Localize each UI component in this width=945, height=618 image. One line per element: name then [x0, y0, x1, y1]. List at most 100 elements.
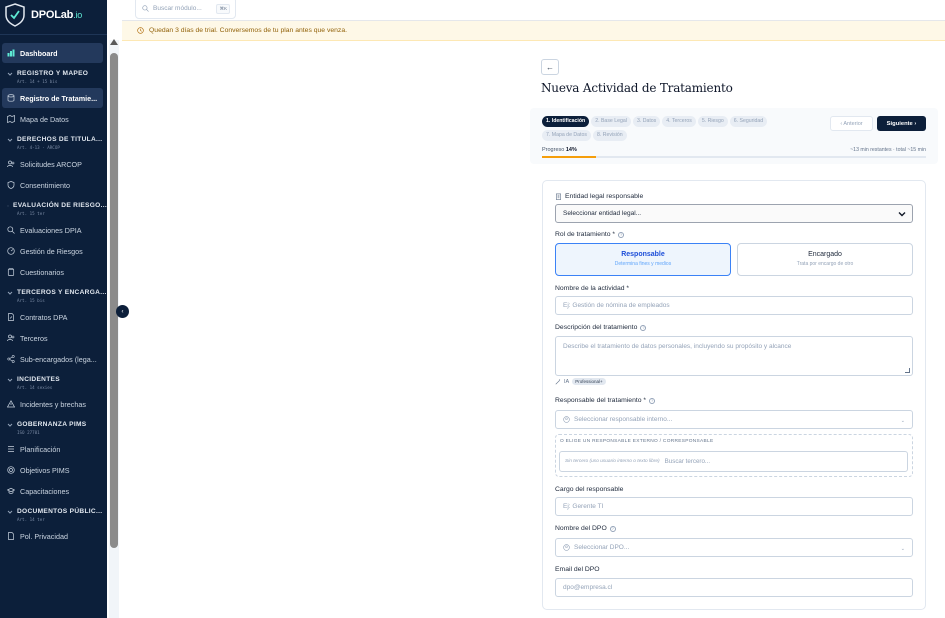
owner-select[interactable]: Seleccionar responsable interno... ⌄: [555, 410, 913, 429]
sidebar-section-derechos[interactable]: DERECHOS DE TITULA... Art. 4-13 · ARCOP: [0, 130, 107, 154]
description-textarea[interactable]: Describe el tratamiento de datos persona…: [555, 336, 913, 376]
dpo-email-input[interactable]: dpo@empresa.cl: [555, 578, 913, 597]
sidebar-item-label: Mapa de Datos: [20, 114, 69, 124]
sidebar-section-evaluacion[interactable]: EVALUACIÓN DE RIESGO... Art. 15 ter: [0, 196, 107, 220]
sidebar-item-mapa-datos[interactable]: Mapa de Datos: [2, 109, 103, 129]
sidebar-item-label: Evaluaciones DPIA: [20, 225, 82, 235]
resize-handle-icon[interactable]: [905, 368, 910, 373]
section-subtitle: Art. 14 sexies: [17, 385, 53, 390]
sidebar-item-capacitaciones[interactable]: Capacitaciones: [2, 481, 103, 501]
section-title: INCIDENTES: [17, 376, 60, 383]
step-revision[interactable]: 8. Revisión: [592, 130, 627, 141]
sidebar-item-evaluaciones-dpia[interactable]: Evaluaciones DPIA: [2, 220, 103, 240]
clock-icon: [137, 27, 144, 34]
sidebar-item-gestion-riesgos[interactable]: Gestión de Riesgos: [2, 241, 103, 261]
wizard-steps: 1. Identificación 2. Base Legal 3. Datos…: [542, 116, 812, 141]
step-datos[interactable]: 3. Datos: [632, 116, 661, 127]
file-icon: [8, 532, 14, 540]
back-button[interactable]: ←: [541, 59, 559, 75]
sidebar-item-label: Cuestionarios: [20, 267, 64, 277]
info-icon[interactable]: ?: [618, 231, 625, 238]
chevron-down-icon: [7, 423, 13, 427]
sidebar-item-registro-tratamiento[interactable]: Registro de Tratamie...: [2, 88, 103, 108]
chevron-down-icon: [7, 138, 13, 142]
sidebar-item-pol-privacidad[interactable]: Pol. Privacidad: [2, 526, 103, 546]
dashboard-icon: [7, 49, 15, 57]
legal-entity-label: Entidad legal responsable: [555, 193, 643, 200]
chevron-down-icon: [7, 72, 13, 76]
activity-name-input[interactable]: Ej: Gestión de nómina de empleados: [555, 296, 913, 315]
graduation-cap-icon: [7, 487, 15, 494]
sidebar-nav: Dashboard REGISTRO Y MAPEO Art. 14 + 15 …: [0, 43, 107, 547]
chevron-left-icon: ‹: [121, 308, 124, 315]
sidebar-item-label: Objetivos PIMS: [20, 465, 70, 475]
sidebar-section-gobernanza[interactable]: GOBERNANZA PIMS ISO 27701: [0, 415, 107, 439]
section-title: DOCUMENTOS PÚBLIC...: [17, 508, 103, 515]
sidebar-item-planificacion[interactable]: Planificación: [2, 439, 103, 459]
role-label: Rol de tratamiento *?: [555, 231, 625, 238]
sidebar-item-sub-encargados[interactable]: Sub-encargados (lega...: [2, 349, 103, 369]
sidebar-item-cuestionarios[interactable]: Cuestionarios: [2, 262, 103, 282]
sidebar-item-terceros[interactable]: Terceros: [2, 328, 103, 348]
role-option-responsable[interactable]: Responsable Determina fines y medios: [555, 243, 731, 276]
database-icon: [7, 94, 15, 102]
brand-logo[interactable]: DPOLab.io: [4, 3, 82, 27]
role-option-encargado[interactable]: Encargado Trata por encargo de otro: [737, 243, 913, 276]
section-title: EVALUACIÓN DE RIESGO...: [13, 202, 107, 209]
sidebar-item-label: Sub-encargados (lega...: [20, 354, 97, 364]
step-mapa-datos[interactable]: 7. Mapa de Datos: [542, 130, 591, 141]
chevron-down-icon: [898, 212, 906, 217]
chevron-down-icon: [7, 378, 13, 382]
alert-triangle-icon: [7, 400, 15, 408]
arrow-left-icon: ←: [546, 62, 554, 72]
sidebar-section-registro[interactable]: REGISTRO Y MAPEO Art. 14 + 15 bis: [0, 64, 107, 88]
users-icon: [7, 160, 15, 168]
sidebar-item-incidentes-brechas[interactable]: Incidentes y brechas: [2, 394, 103, 414]
step-identificacion[interactable]: 1. Identificación: [542, 116, 590, 127]
progress-bar-fill: [542, 156, 596, 158]
info-icon[interactable]: ?: [640, 324, 647, 331]
external-owner-search[interactable]: Sin tercero (uso usuario interno o texto…: [559, 451, 908, 472]
user-circle-icon: [563, 544, 570, 551]
sidebar-item-contratos-dpa[interactable]: Contratos DPA: [2, 307, 103, 327]
sidebar-item-label: Consentimiento: [20, 180, 70, 190]
info-icon[interactable]: ?: [649, 397, 656, 404]
search-input[interactable]: Buscar módulo... ⌘K: [135, 0, 236, 19]
sidebar-item-label: Terceros: [20, 333, 48, 343]
owner-label: Responsable del tratamiento *?: [555, 397, 656, 404]
sidebar-item-label: Pol. Privacidad: [20, 531, 68, 541]
sidebar-item-dashboard[interactable]: Dashboard: [2, 43, 103, 63]
legal-entity-select[interactable]: Seleccionar entidad legal...: [555, 204, 913, 223]
progress-bar: [542, 156, 926, 158]
sidebar-item-label: Incidentes y brechas: [20, 399, 86, 409]
sidebar-item-solicitudes-arcop[interactable]: Solicitudes ARCOP: [2, 154, 103, 174]
previous-button[interactable]: ‹ Anterior: [830, 116, 873, 131]
step-seguridad[interactable]: 6. Seguridad: [729, 116, 768, 127]
step-base-legal[interactable]: 2. Base Legal: [591, 116, 631, 127]
info-icon[interactable]: ?: [609, 525, 616, 532]
position-label: Cargo del responsable: [555, 486, 624, 493]
sidebar-item-label: Planificación: [20, 444, 61, 454]
chevron-down-icon: ⌄: [900, 418, 905, 424]
sidebar-item-label: Dashboard: [20, 48, 58, 58]
sidebar-scrollbar-thumb[interactable]: [110, 53, 118, 548]
sidebar-item-label: Contratos DPA: [20, 312, 68, 322]
sidebar-section-incidentes[interactable]: INCIDENTES Art. 14 sexies: [0, 370, 107, 394]
section-title: REGISTRO Y MAPEO: [17, 70, 89, 77]
external-owner-hint: Sin tercero (uso usuario interno o texto…: [565, 459, 660, 464]
section-title: GOBERNANZA PIMS: [17, 421, 87, 428]
dpo-select[interactable]: Seleccionar DPO... ⌄: [555, 538, 913, 557]
ia-assist[interactable]: IA Professional+: [555, 378, 606, 385]
collapse-sidebar-button[interactable]: ‹: [116, 305, 129, 318]
sidebar-item-objetivos-pims[interactable]: Objetivos PIMS: [2, 460, 103, 480]
section-subtitle: ISO 27701: [17, 430, 40, 435]
sidebar-item-consentimiento[interactable]: Consentimiento: [2, 175, 103, 195]
list-icon: [8, 446, 14, 452]
step-riesgo[interactable]: 5. Riesgo: [697, 116, 728, 127]
sidebar-section-terceros[interactable]: TERCEROS Y ENCARGA... Art. 15 bis: [0, 283, 107, 307]
next-button[interactable]: Siguiente ›: [877, 116, 926, 131]
step-terceros[interactable]: 4. Terceros: [662, 116, 696, 127]
sidebar-section-documentos[interactable]: DOCUMENTOS PÚBLIC... Art. 14 ter: [0, 502, 107, 526]
scroll-up-arrow-icon[interactable]: [110, 39, 118, 45]
position-input[interactable]: Ej: Gerente TI: [555, 497, 913, 516]
